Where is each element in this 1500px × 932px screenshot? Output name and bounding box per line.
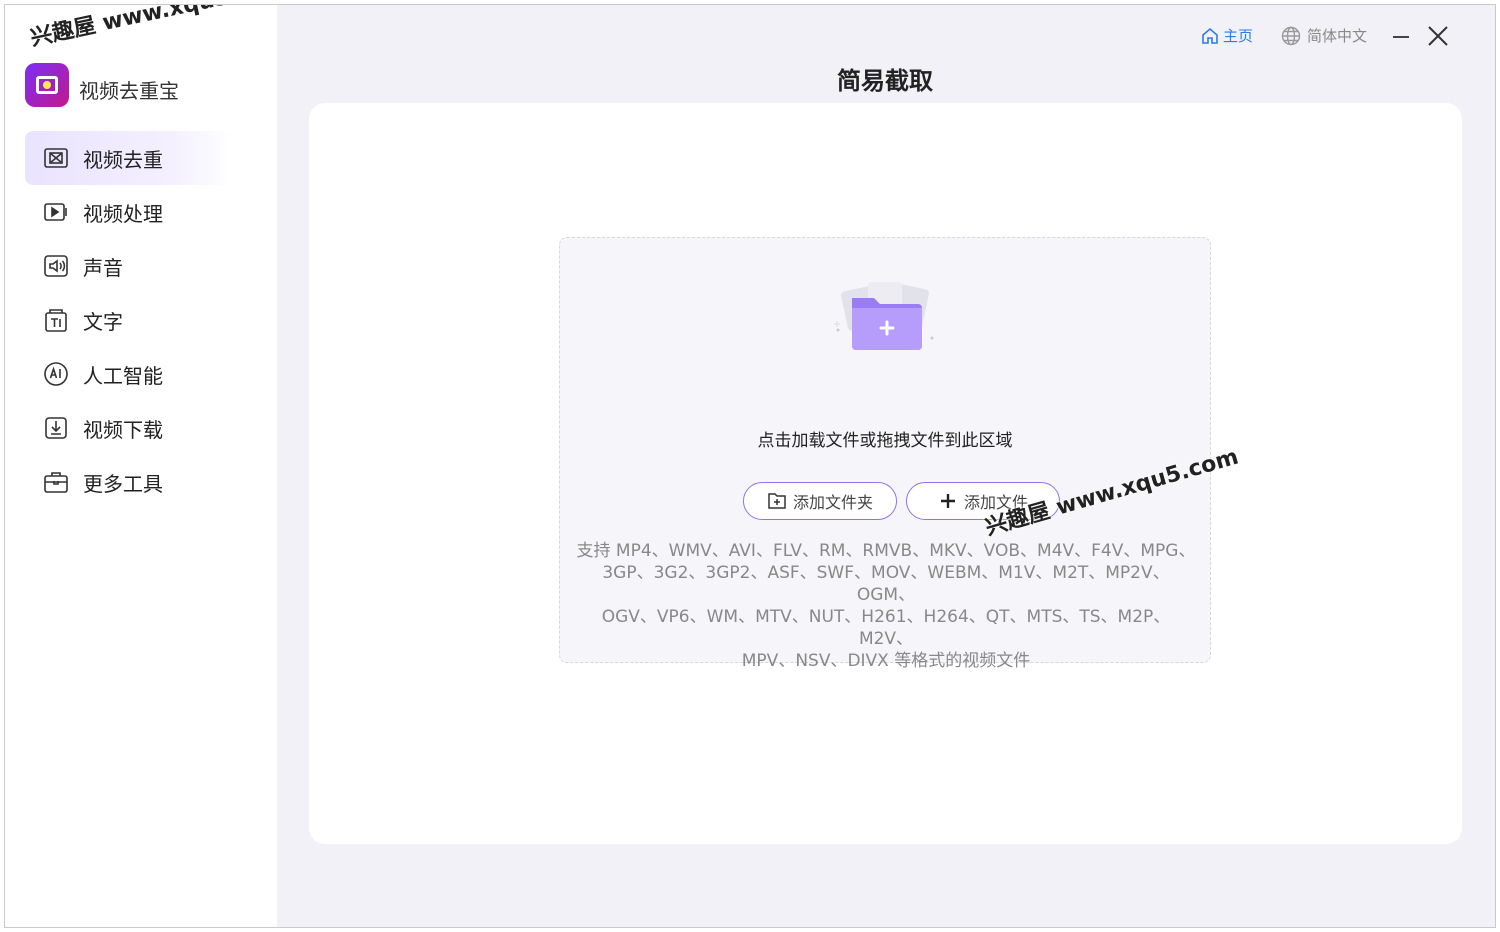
close-icon <box>1428 26 1448 46</box>
download-icon <box>43 415 69 441</box>
add-folder-button[interactable]: 添加文件夹 <box>743 482 897 520</box>
title-bar: 主页 简体中文 <box>1095 5 1495 65</box>
home-icon <box>1202 27 1218 44</box>
app-name: 视频去重宝 <box>79 79 179 103</box>
app-window: 视频去重宝 兴趣屋 www.xqu5.com 视频去重 视频处理 声音 文字 人… <box>4 4 1496 928</box>
sidebar-item-label: 人工智能 <box>83 363 163 388</box>
close-button[interactable] <box>1425 23 1451 49</box>
sidebar-item-ai[interactable]: 人工智能 <box>25 347 235 401</box>
sidebar-item-label: 视频下载 <box>83 417 163 442</box>
sidebar: 视频去重宝 兴趣屋 www.xqu5.com 视频去重 视频处理 声音 文字 人… <box>5 5 290 927</box>
toolbox-icon <box>43 469 69 495</box>
sidebar-item-video-dedupe[interactable]: 视频去重 <box>25 131 235 185</box>
drop-hint: 点击加载文件或拖拽文件到此区域 <box>757 431 1013 451</box>
home-link[interactable]: 主页 <box>1201 25 1253 46</box>
sidebar-item-label: 视频处理 <box>83 201 163 226</box>
folder-plus-icon <box>768 493 786 509</box>
plus-icon <box>940 494 955 508</box>
sidebar-item-video-processing[interactable]: 视频处理 <box>25 185 235 239</box>
sidebar-nav: 视频去重 视频处理 声音 文字 人工智能 视频下载 更多工具 <box>25 131 235 509</box>
sidebar-item-text[interactable]: 文字 <box>25 293 235 347</box>
sidebar-item-label: 更多工具 <box>83 471 163 496</box>
formats-line: 支持 MP4、WMV、AVI、FLV、RM、RMVB、MKV、VOB、M4V、F… <box>576 541 1196 561</box>
main-panel: 点击加载文件或拖拽文件到此区域 添加文件夹 添加文件 支持 MP4、WMV、AV… <box>309 103 1462 844</box>
formats-line: OGV、VP6、WM、MTV、NUT、H261、H264、QT、MTS、TS、M… <box>601 607 1171 649</box>
video-play-icon <box>43 199 69 225</box>
add-folder-label: 添加文件夹 <box>792 493 873 512</box>
formats-line: MPV、NSV、DIVX 等格式的视频文件 <box>741 651 1031 671</box>
minimize-button[interactable] <box>1389 27 1413 47</box>
sidebar-item-label: 声音 <box>83 255 123 280</box>
sidebar-item-video-download[interactable]: 视频下载 <box>25 401 235 455</box>
text-icon <box>43 307 69 333</box>
file-drop-zone[interactable]: 点击加载文件或拖拽文件到此区域 添加文件夹 添加文件 支持 MP4、WMV、AV… <box>559 237 1211 671</box>
home-label: 主页 <box>1223 27 1254 45</box>
language-selector[interactable]: 简体中文 <box>1281 25 1367 46</box>
sidebar-item-more-tools[interactable]: 更多工具 <box>25 455 235 509</box>
speaker-icon <box>43 253 69 279</box>
sidebar-item-label: 视频去重 <box>83 147 163 172</box>
formats-line: 3GP、3G2、3GP2、ASF、SWF、MOV、WEBM、M1V、M2T、MP… <box>602 563 1170 605</box>
sidebar-item-label: 文字 <box>83 309 123 334</box>
watermark: 兴趣屋 www.xqu5.com <box>28 4 290 52</box>
language-label: 简体中文 <box>1307 27 1368 45</box>
app-logo-icon <box>25 63 69 107</box>
sidebar-item-sound[interactable]: 声音 <box>25 239 235 293</box>
folder-add-icon <box>834 282 934 350</box>
globe-icon <box>1281 26 1301 45</box>
video-dedupe-icon <box>43 145 69 171</box>
supported-formats: 支持 MP4、WMV、AVI、FLV、RM、RMVB、MKV、VOB、M4V、F… <box>576 540 1196 672</box>
page-title: 简易截取 <box>837 67 933 95</box>
ai-icon <box>43 361 69 387</box>
